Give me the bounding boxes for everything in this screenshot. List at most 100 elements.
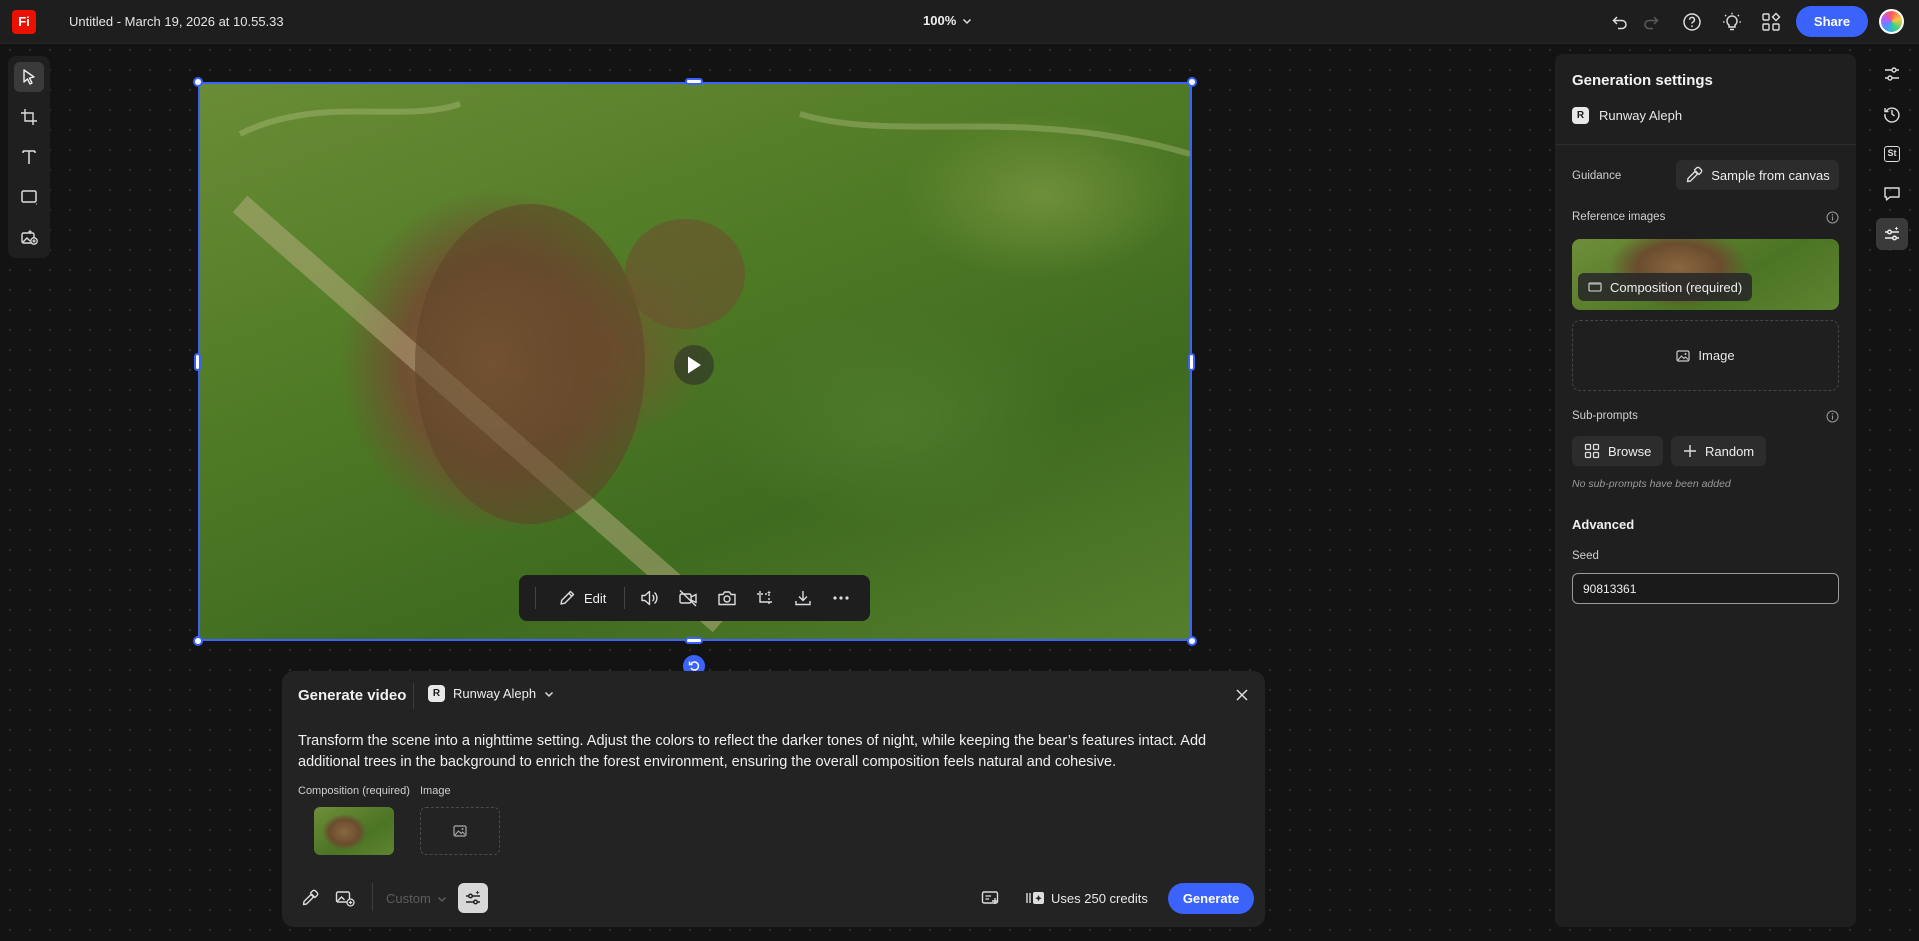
toolbar-divider <box>624 587 626 609</box>
more-button[interactable] <box>822 582 860 614</box>
document-title[interactable]: Untitled - March 19, 2026 at 10.55.33 <box>69 14 284 29</box>
history-icon <box>1883 105 1901 123</box>
zoom-control[interactable]: 100% <box>923 13 972 28</box>
advanced-heading: Advanced <box>1572 517 1635 532</box>
info-icon[interactable] <box>1826 211 1839 224</box>
select-tool[interactable] <box>14 62 44 92</box>
text-icon <box>20 148 38 166</box>
play-button[interactable] <box>674 345 714 385</box>
camera-icon <box>717 589 737 607</box>
shape-icon <box>20 188 38 206</box>
zoom-level: 100% <box>923 13 957 28</box>
runway-logo-icon: R <box>428 685 445 702</box>
reference-image-label: Image <box>1698 348 1735 363</box>
generation-settings-icon <box>1883 225 1901 243</box>
browse-button[interactable]: Browse <box>1572 436 1664 466</box>
history-button[interactable] <box>1876 98 1908 130</box>
chevron-down-icon <box>437 894 447 904</box>
content-credentials-button[interactable] <box>979 886 1003 910</box>
random-button[interactable]: Random <box>1671 436 1767 466</box>
seed-input[interactable] <box>1572 573 1839 604</box>
composition-tag: Composition (required) <box>1578 273 1753 301</box>
film-icon <box>1588 281 1602 293</box>
lightbulb-icon[interactable] <box>1721 11 1743 33</box>
comments-button[interactable] <box>1876 178 1908 210</box>
runway-logo-icon: R <box>1572 107 1589 124</box>
generation-settings-panel: Generation settings R Runway Aleph Guida… <box>1555 54 1856 927</box>
generation-settings-rail-button[interactable] <box>1876 218 1908 250</box>
header-divider <box>413 683 414 709</box>
stock-button[interactable]: St <box>1876 138 1908 170</box>
model-picker[interactable]: R Runway Aleph <box>428 685 554 702</box>
composition-label: Composition (required) <box>298 785 410 797</box>
help-icon[interactable] <box>1681 11 1703 33</box>
play-icon <box>685 355 703 375</box>
content-credentials-icon <box>981 889 1001 907</box>
mute-video-button[interactable] <box>669 582 707 614</box>
sub-prompts-label: Sub-prompts <box>1572 410 1638 422</box>
undo-icon[interactable] <box>1609 11 1631 33</box>
volume-button[interactable] <box>631 582 669 614</box>
redo-icon[interactable] <box>1640 11 1662 33</box>
artboard-tool[interactable] <box>14 102 44 132</box>
browse-label: Browse <box>1608 443 1652 459</box>
stock-icon: St <box>1884 146 1900 162</box>
edit-button[interactable]: Edit <box>542 582 618 614</box>
resize-handle-right[interactable] <box>1188 353 1195 371</box>
image-upload-slot[interactable] <box>420 807 500 855</box>
resize-handle-bottom[interactable] <box>685 637 703 644</box>
apps-icon[interactable] <box>1760 11 1782 33</box>
eyedropper-icon <box>1685 166 1703 184</box>
panel-title: Generate video <box>298 687 407 704</box>
download-icon <box>793 589 813 607</box>
resize-handle-top-left[interactable] <box>193 77 203 87</box>
crop-button[interactable] <box>746 582 784 614</box>
download-button[interactable] <box>784 582 822 614</box>
chevron-down-icon <box>962 16 972 26</box>
resize-handle-bottom-left[interactable] <box>193 636 203 646</box>
info-icon[interactable] <box>1826 410 1839 423</box>
snapshot-button[interactable] <box>708 582 746 614</box>
footer-divider <box>372 883 373 911</box>
pencil-icon <box>558 589 576 607</box>
avatar[interactable] <box>1879 9 1904 34</box>
select-icon <box>20 68 38 86</box>
shape-tool[interactable] <box>14 182 44 212</box>
seed-label: Seed <box>1572 550 1599 562</box>
settings-divider <box>1555 144 1856 145</box>
model-name: Runway Aleph <box>453 686 537 701</box>
custom-label: Custom <box>386 891 431 906</box>
properties-button[interactable] <box>1876 58 1908 90</box>
more-icon <box>831 595 851 601</box>
composition-thumbnail[interactable] <box>314 807 394 855</box>
generate-image-tool[interactable] <box>14 222 44 252</box>
no-sub-prompts-text: No sub-prompts have been added <box>1572 478 1731 490</box>
resize-handle-bottom-right[interactable] <box>1187 636 1197 646</box>
resize-handle-top-right[interactable] <box>1187 77 1197 87</box>
generate-button[interactable]: Generate <box>1168 883 1254 914</box>
resize-handle-top[interactable] <box>685 78 703 85</box>
mute-video-icon <box>678 589 698 607</box>
reference-image-slot[interactable]: Image <box>1572 320 1839 391</box>
text-tool[interactable] <box>14 142 44 172</box>
settings-title: Generation settings <box>1572 72 1713 89</box>
generation-settings-toggle[interactable] <box>458 883 488 913</box>
app-logo[interactable]: Fi <box>12 10 36 34</box>
aspect-select[interactable]: Custom <box>386 891 447 906</box>
share-button[interactable]: Share <box>1796 6 1868 37</box>
plus-icon <box>1683 444 1697 458</box>
right-rail: St <box>1874 58 1910 258</box>
resize-handle-left[interactable] <box>194 353 201 371</box>
credits-icon <box>1025 890 1045 906</box>
prompt-input[interactable]: Transform the scene into a nighttime set… <box>298 731 1248 773</box>
sample-from-canvas-button[interactable]: Sample from canvas <box>1676 160 1839 190</box>
reference-images-label: Reference images <box>1572 211 1666 223</box>
close-button[interactable] <box>1232 685 1252 705</box>
credits-text: Uses 250 credits <box>1051 890 1148 906</box>
composition-reference-image[interactable]: Composition (required) <box>1572 239 1839 310</box>
sample-eyedropper-button[interactable] <box>298 886 322 910</box>
toolbar-divider <box>535 587 536 609</box>
artboard-icon <box>20 108 38 126</box>
generate-image-icon <box>20 228 38 246</box>
add-image-button[interactable] <box>333 886 357 910</box>
